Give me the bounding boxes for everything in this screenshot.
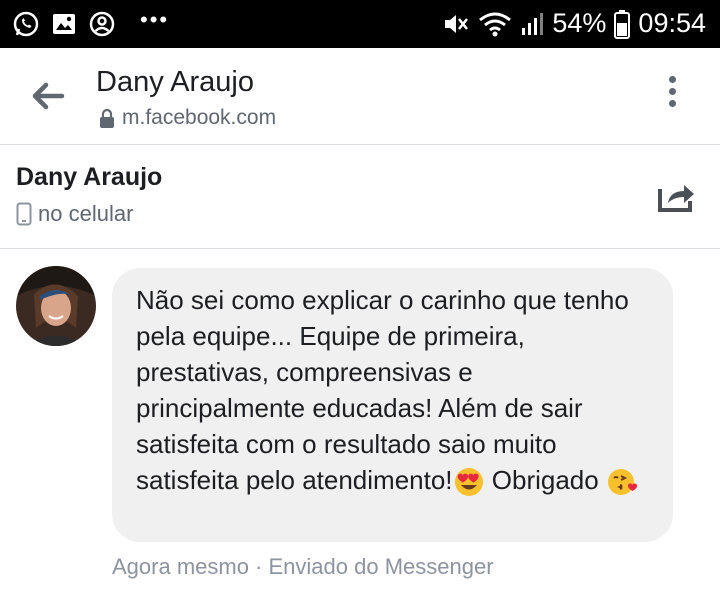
contact-name[interactable]: Dany Araujo [16,163,162,192]
status-bar-notifications: ••• [12,7,170,38]
share-icon[interactable] [656,177,696,213]
conversation-header: Dany Araujo no celular [0,145,720,249]
wifi-icon [479,12,512,36]
heart-eyes-emoji-icon [454,468,483,497]
whatsapp-icon [13,11,39,37]
browser-header: Dany Araujo m.facebook.com [0,48,720,145]
battery-percent: 54% [552,8,607,38]
message-text: Não sei como explicar o carinho que tenh… [136,285,629,495]
gallery-icon [53,14,75,34]
contact-status-text: no celular [38,201,134,226]
kissing-heart-emoji-icon [607,469,637,496]
more-options-icon[interactable] [660,76,684,116]
more-notifications-icon: ••• [140,7,170,32]
contact-avatar[interactable] [16,266,96,346]
lock-icon [100,108,114,128]
page-title: Dany Araujo [96,66,254,98]
status-bar: ••• 54% 09:54 [0,0,720,48]
status-bar-system: 54% 09:54 [442,8,706,39]
message-text-tail: Obrigado [484,465,599,495]
contact-status: no celular [16,201,133,227]
clock: 09:54 [638,8,706,38]
battery-icon [614,9,631,39]
url-bar[interactable]: m.facebook.com [98,106,276,130]
mobile-phone-icon [16,202,32,226]
back-arrow-icon[interactable] [26,74,70,118]
message-text-block: Não sei como explicar o carinho que tenh… [136,282,649,498]
message-meta: Agora mesmo · Enviado do Messenger [112,554,494,579]
url-text: m.facebook.com [122,106,277,129]
mute-icon [445,14,469,33]
message-bubble[interactable]: Não sei como explicar o carinho que tenh… [112,268,673,542]
signal-icon [522,12,544,35]
at-icon [89,11,115,37]
